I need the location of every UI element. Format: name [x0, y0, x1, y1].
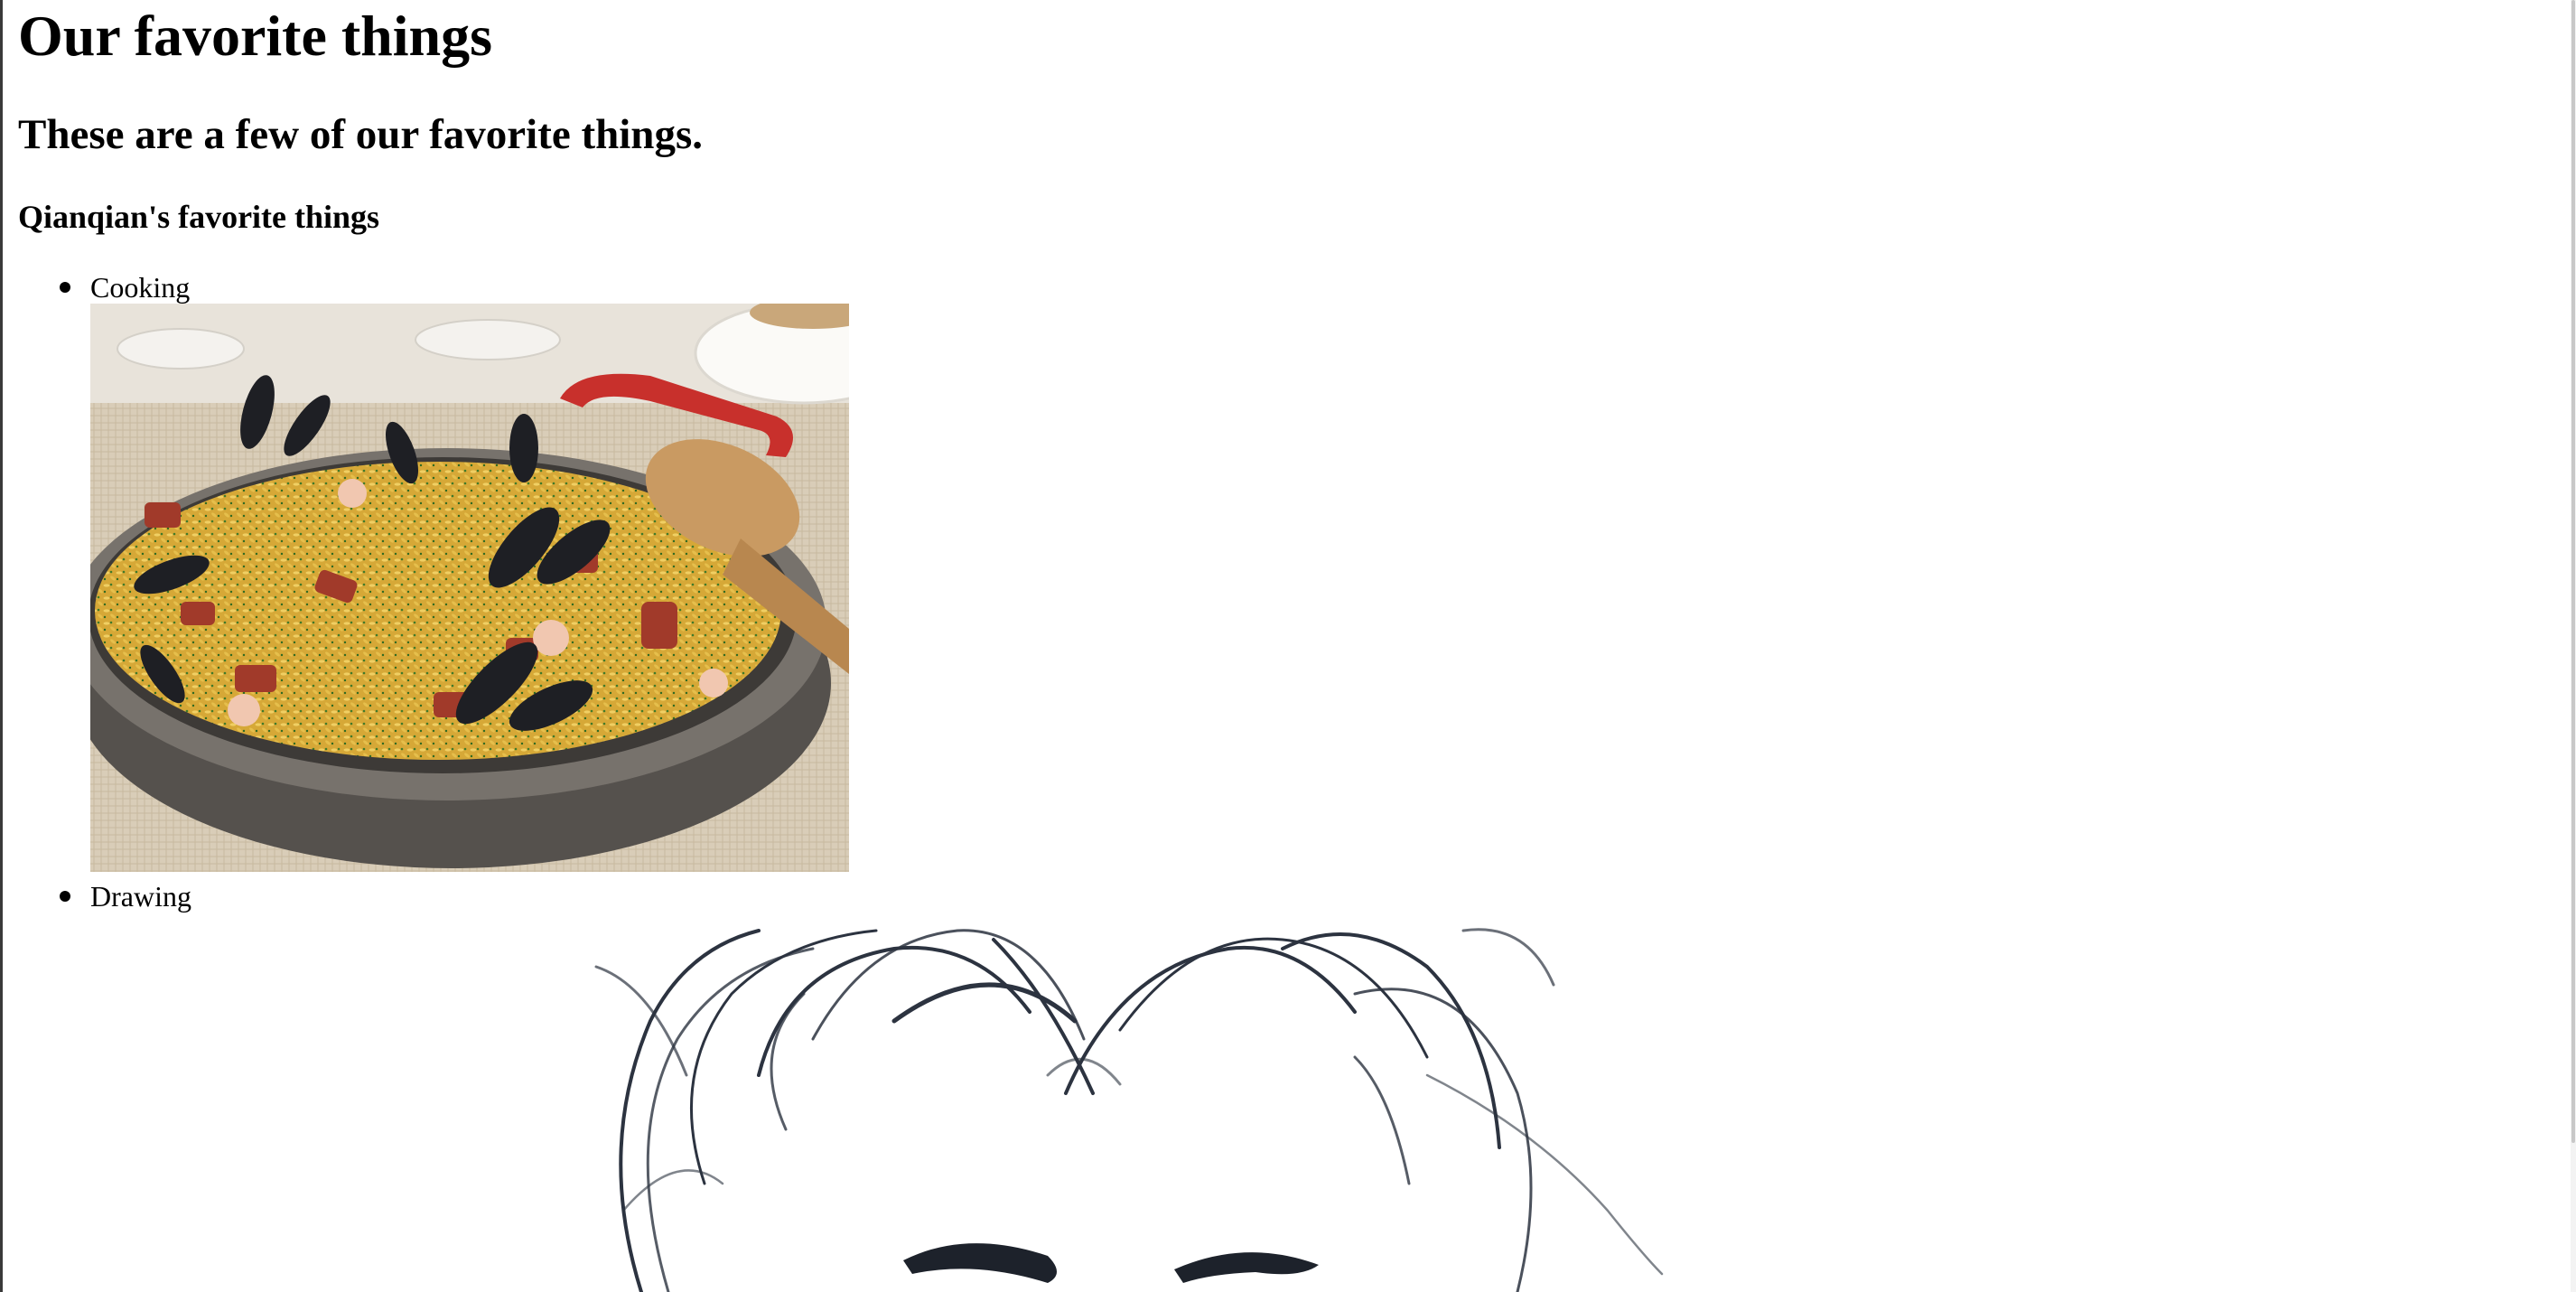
window-left-edge: [0, 0, 3, 1292]
list-item-label: Drawing: [90, 880, 191, 913]
page-subtitle: These are a few of our favorite things.: [18, 111, 703, 158]
bullet-icon: [60, 282, 70, 293]
portrait-sketch: [488, 913, 1861, 1292]
scrollbar-thumb[interactable]: [2571, 0, 2575, 1143]
section-heading: Qianqian's favorite things: [18, 199, 380, 235]
paella-photo: [90, 304, 849, 872]
bullet-icon: [60, 891, 70, 902]
vertical-scrollbar[interactable]: [2571, 0, 2576, 1292]
page-title: Our favorite things: [18, 4, 493, 68]
list-item-label: Cooking: [90, 271, 191, 304]
